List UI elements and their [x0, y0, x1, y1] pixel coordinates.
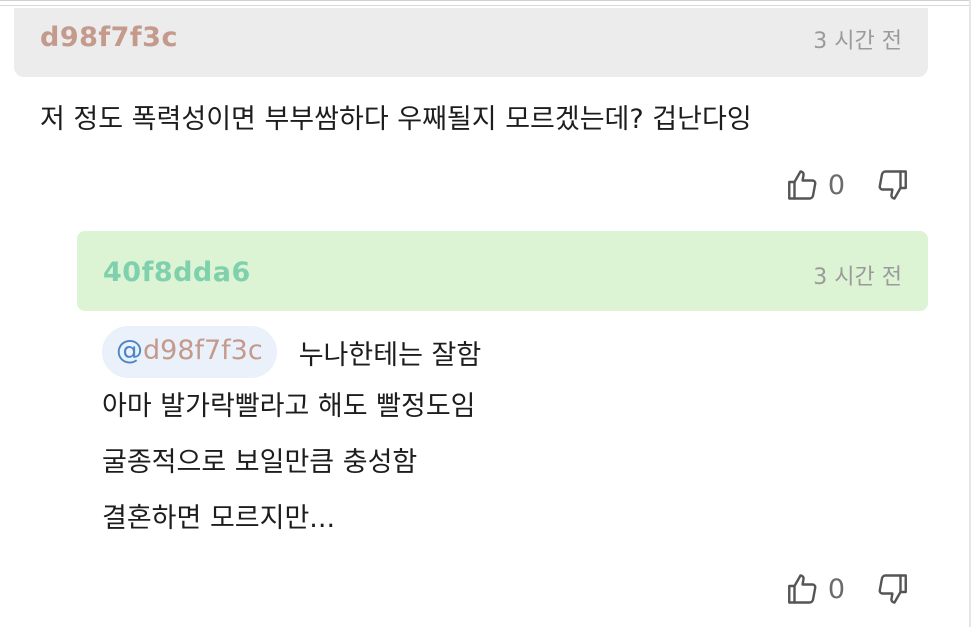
- thumbs-down-icon[interactable]: [875, 167, 911, 203]
- parent-comment-reactions: 0: [784, 165, 911, 205]
- mention-at-sign: @: [116, 335, 143, 366]
- reply-comment-header: 40f8dda6 3 시간 전: [77, 231, 928, 311]
- parent-comment-text: 저 정도 폭력성이면 부부쌈하다 우째될지 모르겠는데? 겁난다잉: [40, 104, 752, 135]
- parent-comment-header: d98f7f3c 3 시간 전: [14, 8, 928, 77]
- reply-comment-reactions: 0: [784, 569, 911, 609]
- parent-comment-author[interactable]: d98f7f3c: [40, 22, 178, 53]
- mention-username: d98f7f3c: [143, 335, 263, 366]
- reply-line: 아마 발가락빨라고 해도 빨정도임: [102, 391, 476, 422]
- comment-thread: d98f7f3c 3 시간 전 저 정도 폭력성이면 부부쌈하다 우째될지 모르…: [0, 0, 971, 627]
- reply-first-line: @d98f7f3c 누나한테는 잘함: [102, 325, 922, 379]
- reply-comment-text: @d98f7f3c 누나한테는 잘함 아마 발가락빨라고 해도 빨정도임 굴종적…: [102, 325, 922, 547]
- reply-comment-time: 3 시간 전: [813, 265, 902, 290]
- thumbs-up-icon[interactable]: [784, 571, 820, 607]
- reply-like-count: 0: [827, 573, 845, 605]
- reply-line: 굴종적으로 보일만큼 충성함: [102, 447, 418, 478]
- reply-line: 누나한테는 잘함: [298, 339, 482, 371]
- top-divider: [0, 0, 971, 6]
- parent-like-count: 0: [827, 169, 845, 201]
- reply-comment-author[interactable]: 40f8dda6: [103, 257, 251, 288]
- parent-comment-time: 3 시간 전: [813, 29, 902, 54]
- thumbs-down-icon[interactable]: [875, 571, 911, 607]
- reply-line: 결혼하면 모르지만...: [102, 503, 336, 534]
- mention-chip[interactable]: @d98f7f3c: [102, 326, 277, 378]
- thumbs-up-icon[interactable]: [784, 167, 820, 203]
